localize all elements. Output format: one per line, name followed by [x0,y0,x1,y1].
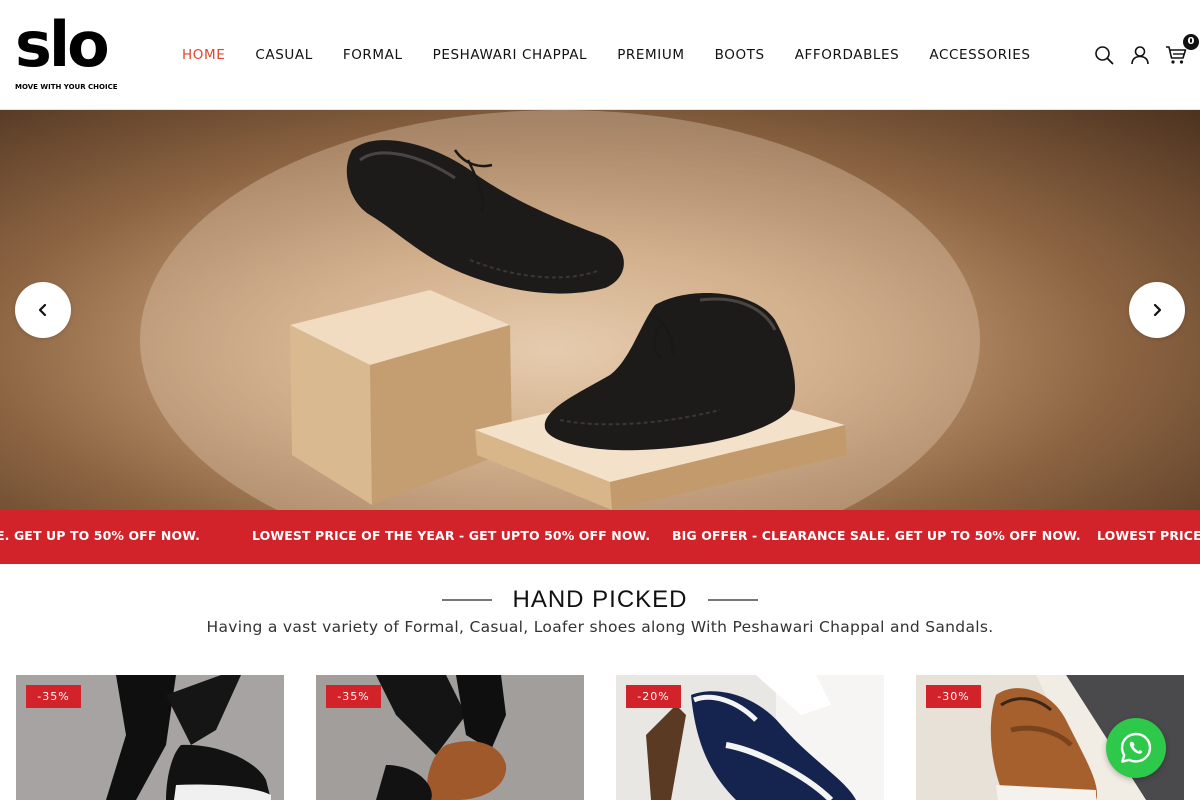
title-divider-right [707,599,758,601]
promo-marquee: E. GET UP TO 50% OFF NOW. LOWEST PRICE O… [0,510,1200,564]
cart-count-badge: 0 [1183,34,1199,50]
marquee-item: BIG OFFER - CLEARANCE SALE. GET UP TO 50… [672,528,1081,543]
slider-next-button[interactable] [1129,282,1185,338]
hero-image [140,110,980,510]
section-title: HAND PICKED [512,586,688,613]
cart-icon[interactable]: 0 [1164,34,1199,67]
logo-wordmark: slo [15,8,110,81]
whatsapp-icon [1120,732,1152,763]
discount-badge: -35% [326,685,381,708]
product-card[interactable]: -20% [616,675,884,800]
nav-item-premium[interactable]: PREMIUM [617,44,684,66]
product-card[interactable]: -35% [316,675,584,800]
marquee-item: LOWEST PRICE OF THE YEAR - GET UPTO 50% … [252,528,651,543]
site-header: slo MOVE WITH YOUR CHOICE HOME CASUAL FO… [0,0,1200,110]
discount-badge: -20% [626,685,681,708]
slider-prev-button[interactable] [15,282,71,338]
marquee-item: E. GET UP TO 50% OFF NOW. [0,528,200,543]
section-subtitle: Having a vast variety of Formal, Casual,… [206,618,994,636]
section-header: HAND PICKED [0,582,1200,618]
brand-logo[interactable]: slo MOVE WITH YOUR CHOICE [15,10,118,94]
hero-slider [0,110,1200,510]
nav-item-casual[interactable]: CASUAL [255,44,312,66]
discount-badge: -35% [26,685,81,708]
nav-item-peshawari-chappal[interactable]: PESHAWARI CHAPPAL [433,44,588,66]
search-icon[interactable] [1092,43,1116,67]
chevron-right-icon [1153,303,1162,317]
user-icon[interactable] [1128,43,1152,67]
nav-item-boots[interactable]: BOOTS [715,44,765,66]
product-card[interactable]: -35% [16,675,284,800]
nav-item-affordables[interactable]: AFFORDABLES [795,44,900,66]
whatsapp-button[interactable] [1106,718,1166,778]
marquee-item: LOWEST PRICE OF [1097,528,1200,543]
nav-item-home[interactable]: HOME [182,44,225,66]
title-divider-left [442,599,493,601]
discount-badge: -30% [926,685,981,708]
logo-tagline: MOVE WITH YOUR CHOICE [15,83,118,91]
nav-item-formal[interactable]: FORMAL [343,44,403,66]
nav-item-accessories[interactable]: ACCESSORIES [929,44,1030,66]
chevron-left-icon [38,303,47,317]
main-nav: HOME CASUAL FORMAL PESHAWARI CHAPPAL PRE… [182,44,1061,66]
header-actions: 0 [1080,34,1199,72]
